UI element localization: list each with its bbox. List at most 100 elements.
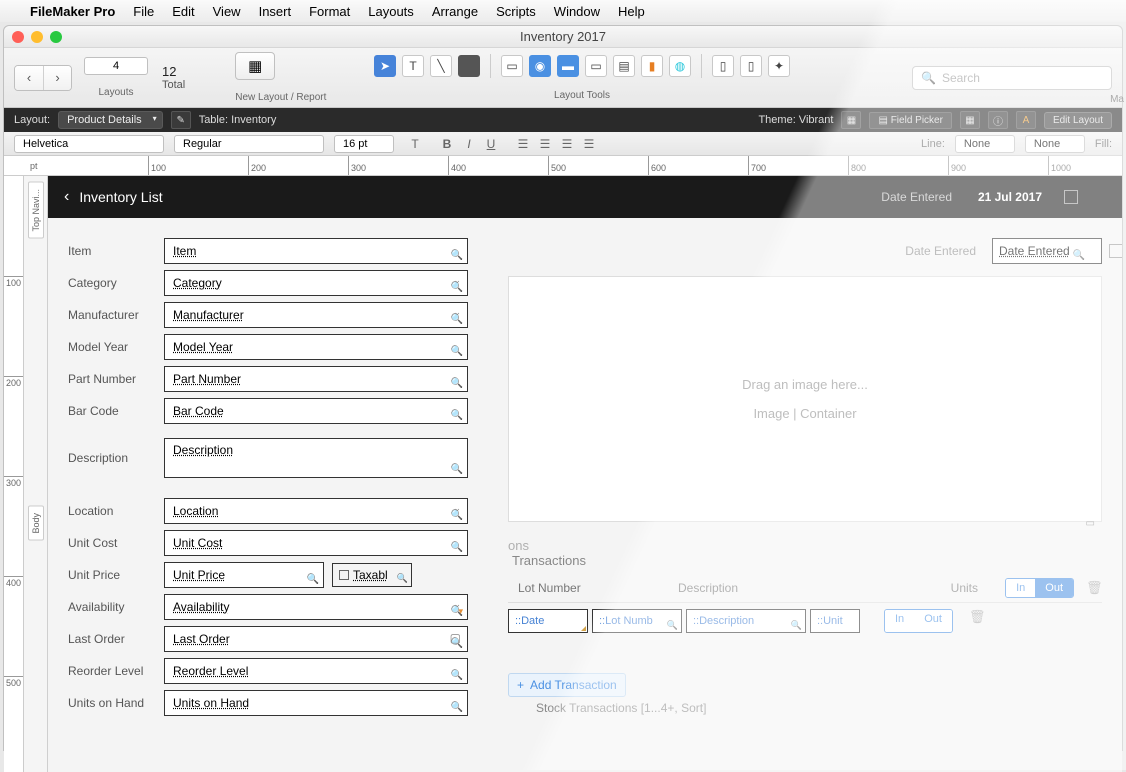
magic-tool-icon[interactable]: ✦	[768, 55, 790, 77]
size-dropdown[interactable]: 16 pt	[334, 135, 394, 153]
header-checkbox-icon[interactable]	[1064, 190, 1078, 204]
edit-layout-button[interactable]: Edit Layout	[1044, 112, 1112, 129]
text-color-icon[interactable]: T	[404, 135, 426, 153]
trans-lot-field[interactable]: ::Lot Numb🔍	[592, 609, 682, 633]
date-entered-field[interactable]: Date Entered 🔍	[992, 238, 1102, 264]
field-category[interactable]: Category🔍⌄	[164, 270, 468, 296]
portal-tool-icon[interactable]: ▤	[613, 55, 635, 77]
line-style-dropdown[interactable]: None	[1025, 135, 1085, 153]
menu-view[interactable]: View	[213, 4, 241, 19]
image-container-field[interactable]: Drag an image here... Image | Container …	[508, 276, 1102, 522]
aa-icon[interactable]: A	[1016, 111, 1036, 129]
text-tool-icon[interactable]: T	[402, 55, 424, 77]
new-layout-button[interactable]: ▦	[235, 52, 275, 80]
tab-tool-icon[interactable]: ▭	[585, 55, 607, 77]
menu-window[interactable]: Window	[554, 4, 600, 19]
layout-edit-icon[interactable]: ✎	[171, 111, 191, 129]
menu-help[interactable]: Help	[618, 4, 645, 19]
trash-icon[interactable]: 🗑	[1086, 580, 1102, 596]
add-transaction-button[interactable]: + Add Transaction	[508, 673, 626, 697]
chart-tool-icon[interactable]: ▮	[641, 55, 663, 77]
inspector-icon[interactable]: ▦	[960, 111, 980, 129]
layout-canvas[interactable]: ‹ Inventory List Date Entered 21 Jul 201…	[48, 176, 1122, 772]
layout-number[interactable]: 4	[84, 57, 148, 75]
field-units-on-hand[interactable]: Units on Hand🔍	[164, 690, 468, 716]
window-title: Inventory 2017	[520, 29, 606, 44]
menu-insert[interactable]: Insert	[259, 4, 292, 19]
info-icon[interactable]: ⓘ	[988, 111, 1008, 129]
font-dropdown[interactable]: Helvetica	[14, 135, 164, 153]
field-location[interactable]: Location🔍⌄	[164, 498, 468, 524]
align-center-icon[interactable]: ☰	[534, 135, 556, 153]
menu-file[interactable]: File	[133, 4, 154, 19]
menu-scripts[interactable]: Scripts	[496, 4, 536, 19]
description-field[interactable]: Description 🔍	[164, 438, 468, 478]
maximize-button[interactable]	[50, 31, 62, 43]
taxable-checkbox[interactable]: Taxabl🔍	[332, 563, 412, 587]
app-name[interactable]: FileMaker Pro	[30, 4, 115, 19]
vertical-ruler: 100200300400500	[4, 176, 24, 772]
trans-desc-field[interactable]: ::Description🔍	[686, 609, 806, 633]
section-tab-topnav[interactable]: Top Navi...	[28, 182, 44, 239]
layout-dropdown[interactable]: Product Details	[58, 111, 163, 129]
trans-date-field[interactable]: ::Date	[508, 609, 588, 633]
format-painter-icon[interactable]: ▯	[740, 55, 762, 77]
field-unit-cost[interactable]: Unit Cost🔍	[164, 530, 468, 556]
back-title[interactable]: Inventory List	[79, 189, 162, 205]
italic-icon[interactable]: I	[458, 135, 480, 153]
pointer-tool-icon[interactable]: ➤	[374, 55, 396, 77]
row-in[interactable]: In	[885, 610, 914, 632]
theme-icon[interactable]: ▦	[841, 111, 861, 129]
field-availability[interactable]: Availability🔍⌄▾	[164, 594, 468, 620]
row-in-out-toggle[interactable]: In Out	[884, 609, 953, 633]
minimize-button[interactable]	[31, 31, 43, 43]
in-out-toggle[interactable]: In Out	[1005, 578, 1074, 598]
close-button[interactable]	[12, 31, 24, 43]
menu-format[interactable]: Format	[309, 4, 350, 19]
row-trash-icon[interactable]: 🗑	[969, 609, 985, 625]
search-input[interactable]: 🔍 Search	[912, 66, 1112, 90]
prev-layout-button[interactable]: ‹	[15, 66, 43, 90]
chevron-down-icon: ⌄	[453, 307, 461, 318]
field-last-order[interactable]: Last Order🔍▢	[164, 626, 468, 652]
field-item[interactable]: Item🔍	[164, 238, 468, 264]
bold-icon[interactable]: B	[436, 135, 458, 153]
line-tool-icon[interactable]: ╲	[430, 55, 452, 77]
stock-transactions-label: Stock Transactions [1...4+, Sort]	[508, 701, 1102, 715]
field-tool-icon[interactable]: ▭	[501, 55, 523, 77]
back-chevron-icon[interactable]: ‹	[64, 188, 69, 206]
in-toggle[interactable]: In	[1006, 579, 1035, 597]
button-tool-icon[interactable]: ◉	[529, 55, 551, 77]
menu-arrange[interactable]: Arrange	[432, 4, 478, 19]
webviewer-tool-icon[interactable]: ◍	[669, 55, 691, 77]
part-tool-icon[interactable]: ▯	[712, 55, 734, 77]
field-unit-price[interactable]: Unit Price🔍	[164, 562, 324, 588]
section-tab-body[interactable]: Body	[28, 506, 44, 541]
field-part-number[interactable]: Part Number🔍	[164, 366, 468, 392]
field-model-year[interactable]: Model Year🔍	[164, 334, 468, 360]
menu-layouts[interactable]: Layouts	[368, 4, 414, 19]
resize-handle-icon[interactable]: ▭	[1086, 518, 1095, 529]
transactions-header-row: Lot Number Description Units In Out 🗑	[508, 574, 1102, 603]
align-left-icon[interactable]: ☰	[512, 135, 534, 153]
menu-edit[interactable]: Edit	[172, 4, 194, 19]
next-layout-button[interactable]: ›	[43, 66, 71, 90]
trans-unit-field[interactable]: ::Unit	[810, 609, 860, 633]
field-picker-button[interactable]: ▤ Field Picker	[869, 112, 951, 129]
search-icon: 🔍	[451, 378, 463, 389]
field-bar-code[interactable]: Bar Code🔍	[164, 398, 468, 424]
line-dropdown[interactable]: None	[955, 135, 1015, 153]
out-toggle[interactable]: Out	[1035, 579, 1073, 597]
rect-tool-icon[interactable]	[458, 55, 480, 77]
field-reorder-level[interactable]: Reorder Level🔍	[164, 658, 468, 684]
toolbar-separator	[490, 54, 491, 78]
underline-icon[interactable]: U	[480, 135, 502, 153]
align-justify-icon[interactable]: ☰	[578, 135, 600, 153]
layout-bar: Layout: Product Details ✎ Table: Invento…	[4, 108, 1122, 132]
field-manufacturer[interactable]: Manufacturer🔍⌄	[164, 302, 468, 328]
weight-dropdown[interactable]: Regular	[174, 135, 324, 153]
row-out[interactable]: Out	[914, 610, 952, 632]
align-right-icon[interactable]: ☰	[556, 135, 578, 153]
buttonbar-tool-icon[interactable]: ▬	[557, 55, 579, 77]
ruler-tick: 700	[748, 156, 766, 175]
